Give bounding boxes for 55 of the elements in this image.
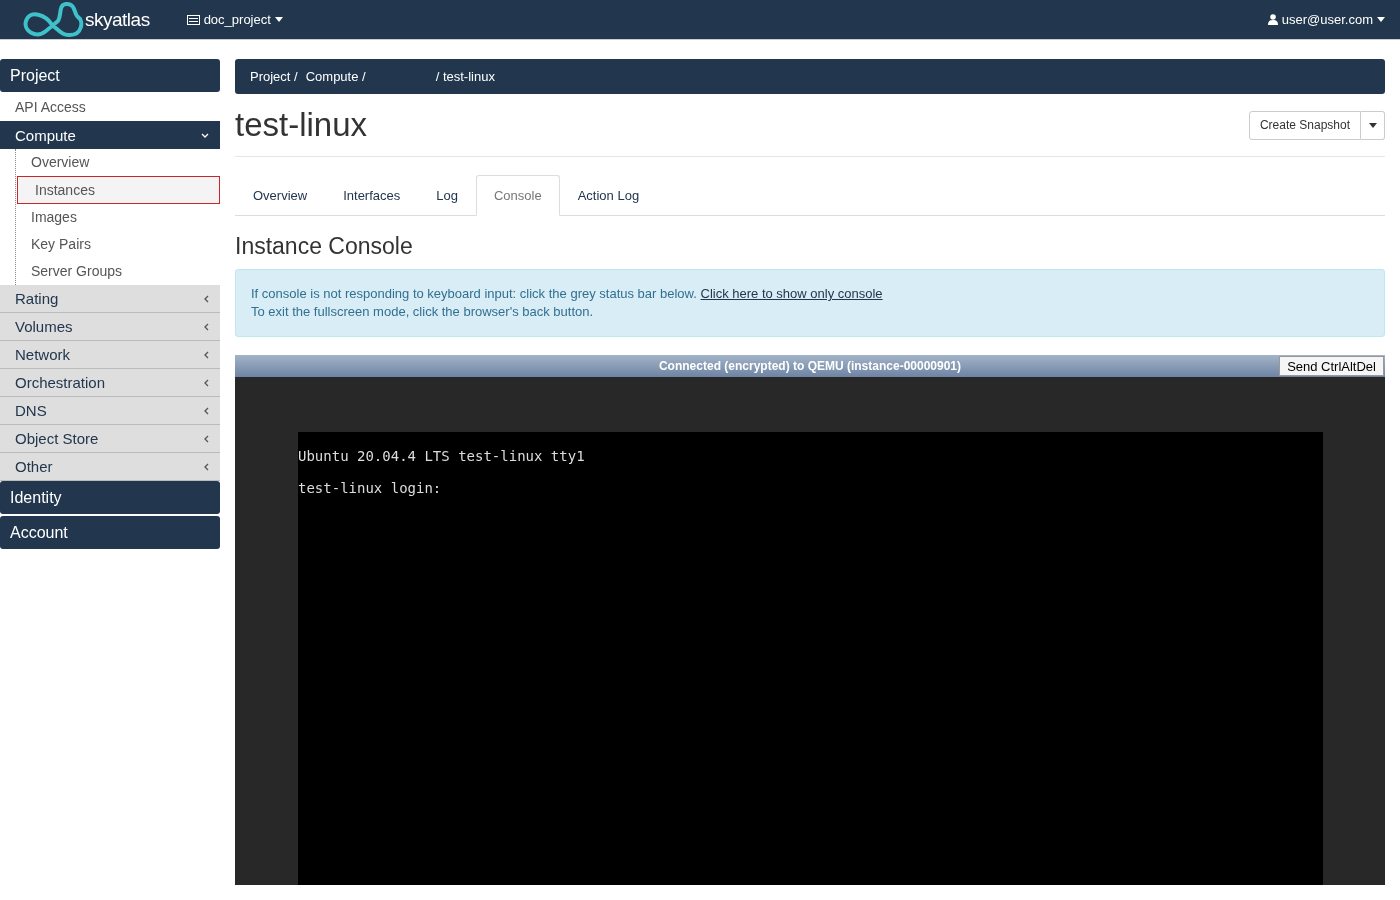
page-title: test-linux	[235, 106, 368, 144]
sidebar-group[interactable]: Compute	[0, 121, 220, 149]
console-line: test-linux login:	[298, 480, 443, 498]
chevron-left-icon	[204, 378, 209, 387]
chevron-left-icon	[204, 322, 209, 331]
tab[interactable]: Action Log	[559, 175, 658, 216]
sidebar-group[interactable]: Rating	[0, 285, 220, 313]
console-status-bar[interactable]: Connected (encrypted) to QEMU (instance-00000901) Send CtrlAltDel	[235, 355, 1385, 377]
tab[interactable]: Log	[418, 175, 476, 216]
user-icon	[1267, 14, 1278, 25]
status-text: Connected (encrypted) to QEMU (instance-00000901)	[658, 359, 962, 373]
sidebar-item[interactable]: Images	[16, 204, 220, 231]
tab[interactable]: Overview	[235, 175, 326, 216]
sidebar-group[interactable]: Object Store	[0, 425, 220, 453]
send-ctrlaltdel-button[interactable]: Send CtrlAltDel	[1279, 356, 1384, 376]
create-snapshot-button[interactable]: Create Snapshot	[1248, 110, 1361, 140]
sidebar-group[interactable]: Other	[0, 453, 220, 481]
caret-icon	[1377, 17, 1385, 22]
sidebar-item[interactable]: Instances	[17, 176, 220, 204]
sidebar-panel-header[interactable]: Account	[0, 516, 220, 549]
chevron-left-icon	[204, 350, 209, 359]
breadcrumb-link[interactable]: Project /	[250, 69, 298, 84]
list-icon	[186, 14, 200, 25]
tab[interactable]: Interfaces	[325, 175, 419, 216]
sidebar-panel-header[interactable]: Identity	[0, 481, 220, 514]
sidebar-item[interactable]: Overview	[16, 149, 220, 176]
sidebar-item[interactable]: API Access	[0, 94, 220, 121]
sidebar-group[interactable]: Network	[0, 341, 220, 369]
sidebar-panel-header[interactable]: Project	[0, 59, 220, 92]
breadcrumb-link[interactable]: Compute /	[305, 69, 366, 84]
caret-icon	[274, 17, 283, 22]
chevron-left-icon	[204, 406, 209, 415]
sidebar-group[interactable]: DNS	[0, 397, 220, 425]
sidebar-item[interactable]: Server Groups	[16, 258, 220, 285]
tab[interactable]: Console	[476, 175, 560, 216]
info-text: If console is not responding to keyboard input: click the grey status bar below.	[251, 286, 697, 301]
chevron-left-icon	[204, 434, 209, 443]
console-screen[interactable]: Ubuntu 20.04.4 LTS test-linux tty1 test-linux login:	[298, 432, 1323, 885]
info-text: To exit the fullscreen mode, click the browser's back button.	[251, 303, 595, 321]
sidebar-group[interactable]: Orchestration	[0, 369, 220, 397]
brand-name[interactable]: skyatlas	[85, 8, 150, 31]
breadcrumb-current: / test-linux	[435, 69, 495, 84]
project-dropdown[interactable]: doc_project	[186, 12, 283, 27]
section-title: Instance Console	[235, 233, 414, 260]
chevron-left-icon	[204, 462, 209, 471]
sidebar-item[interactable]: Key Pairs	[16, 231, 220, 258]
show-console-link[interactable]: Click here to show only console	[700, 286, 883, 301]
actions-dropdown-button[interactable]	[1361, 110, 1385, 140]
sidebar-group[interactable]: Volumes	[0, 313, 220, 341]
console-line: Ubuntu 20.04.4 LTS test-linux tty1	[298, 448, 586, 466]
chevron-left-icon	[204, 294, 209, 303]
cloud-logo-icon	[22, 0, 84, 39]
chevron-down-icon	[201, 132, 209, 138]
user-dropdown[interactable]: user@user.com	[1267, 12, 1385, 27]
caret-icon	[1368, 122, 1377, 128]
